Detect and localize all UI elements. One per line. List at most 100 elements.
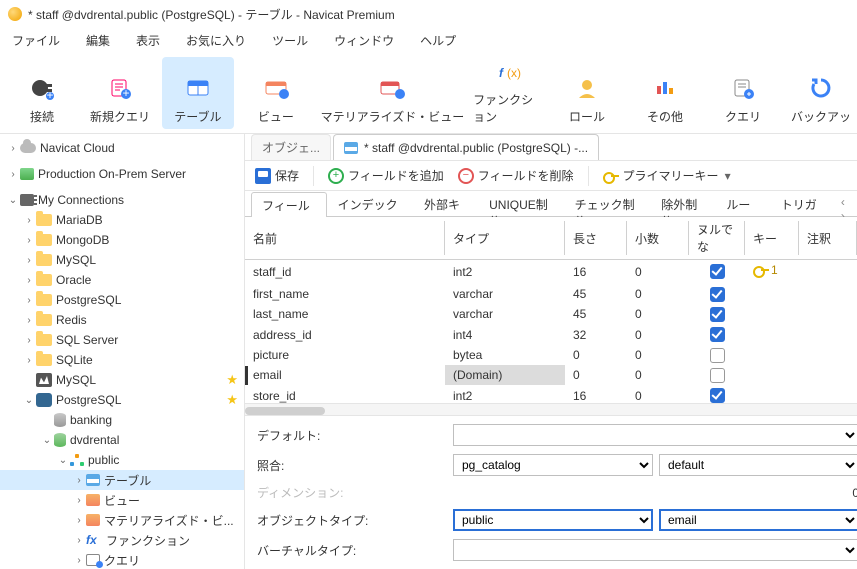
cell-dec[interactable]: 0	[627, 284, 689, 304]
collapse-icon[interactable]: ⌄	[40, 435, 54, 446]
cell-dec[interactable]: 0	[627, 365, 689, 385]
cell-name[interactable]: email	[245, 365, 445, 385]
field-row[interactable]: picturebytea00	[245, 345, 857, 365]
expand-icon[interactable]: ›	[72, 475, 86, 486]
tree-node-mviews[interactable]: › マテリアライズド・ビ...	[0, 510, 244, 530]
cell-len[interactable]: 0	[565, 365, 627, 385]
expand-icon[interactable]: ›	[22, 275, 36, 286]
tree-node-onprem[interactable]: › Production On-Prem Server	[0, 164, 244, 184]
tree-node-pg-fav[interactable]: ⌄ PostgreSQL ★	[0, 390, 244, 410]
cell-dec[interactable]: 0	[627, 324, 689, 344]
tree-node-cloud[interactable]: › Navicat Cloud	[0, 138, 244, 158]
field-row[interactable]: last_namevarchar450	[245, 304, 857, 324]
prop-virtualtype-select[interactable]	[453, 539, 857, 561]
tool-mview[interactable]: マテリアライズド・ビュー	[318, 57, 467, 129]
cell-name[interactable]: first_name	[245, 284, 445, 304]
tool-query[interactable]: クエリ	[707, 57, 779, 129]
save-button[interactable]: 保存	[255, 167, 299, 184]
cell-name[interactable]: store_id	[245, 385, 445, 403]
prop-objecttype-schema-select[interactable]: public	[453, 509, 653, 531]
menu-edit[interactable]: 編集	[86, 32, 110, 49]
tool-other[interactable]: その他	[629, 57, 701, 129]
notnull-checkbox[interactable]	[710, 368, 725, 383]
tool-query-new[interactable]: +新規クエリ	[84, 57, 156, 129]
notnull-checkbox[interactable]	[710, 348, 725, 363]
tree-node-myconn[interactable]: ⌄ My Connections	[0, 190, 244, 210]
add-field-button[interactable]: +フィールドを追加	[328, 167, 444, 184]
tool-fx[interactable]: f(x)ファンクション	[473, 57, 545, 129]
fields-grid[interactable]: 名前 タイプ 長さ 小数 ヌルでな キー 注釈 staff_idint21601…	[245, 217, 857, 403]
notnull-checkbox[interactable]	[710, 287, 725, 302]
cell-type[interactable]: varchar	[445, 304, 565, 324]
cell-dec[interactable]: 0	[627, 345, 689, 365]
expand-icon[interactable]: ›	[72, 495, 86, 506]
cell-comment[interactable]	[799, 260, 857, 284]
cell-len[interactable]: 16	[565, 260, 627, 284]
menu-fav[interactable]: お気に入り	[186, 32, 246, 49]
cell-len[interactable]: 45	[565, 304, 627, 324]
cell-type[interactable]: (Domain)	[445, 365, 565, 385]
subtab-1[interactable]: インデックス	[327, 191, 413, 216]
cell-notnull[interactable]	[689, 260, 745, 284]
expand-icon[interactable]: ›	[72, 555, 86, 566]
tab-staff[interactable]: * staff @dvdrental.public (PostgreSQL) -…	[333, 134, 599, 160]
cell-len[interactable]: 45	[565, 284, 627, 304]
notnull-checkbox[interactable]	[710, 264, 725, 279]
prop-default-select[interactable]	[453, 424, 857, 446]
col-type[interactable]: タイプ	[445, 217, 565, 260]
menu-help[interactable]: ヘルプ	[420, 32, 456, 49]
tree-node-db-banking[interactable]: banking	[0, 410, 244, 430]
cell-notnull[interactable]	[689, 345, 745, 365]
prop-objecttype-name-select[interactable]: email	[659, 509, 857, 531]
expand-icon[interactable]: ›	[22, 355, 36, 366]
menu-view[interactable]: 表示	[136, 32, 160, 49]
collapse-icon[interactable]: ⌄	[56, 455, 70, 466]
cell-comment[interactable]	[799, 304, 857, 324]
col-name[interactable]: 名前	[245, 217, 445, 260]
subtab-3[interactable]: UNIQUE制約	[478, 191, 563, 216]
tree-node-folder-mariadb[interactable]: ›MariaDB	[0, 210, 244, 230]
tab-objects[interactable]: オブジェ...	[251, 134, 331, 160]
cell-type[interactable]: int2	[445, 260, 565, 284]
tool-table[interactable]: テーブル	[162, 57, 234, 129]
prop-collate-schema-select[interactable]: pg_catalog	[453, 454, 653, 476]
cell-type[interactable]: varchar	[445, 284, 565, 304]
field-row[interactable]: staff_idint21601	[245, 260, 857, 284]
subtab-0[interactable]: フィールド	[251, 192, 327, 217]
subtab-2[interactable]: 外部キー	[413, 191, 478, 216]
expand-icon[interactable]: ›	[6, 169, 20, 180]
col-dec[interactable]: 小数	[627, 217, 689, 260]
field-row[interactable]: address_idint4320	[245, 324, 857, 344]
tree-node-folder-redis[interactable]: ›Redis	[0, 310, 244, 330]
tree-node-db-dvdrental[interactable]: ⌄ dvdrental	[0, 430, 244, 450]
horizontal-scrollbar[interactable]	[245, 403, 857, 416]
cell-comment[interactable]	[799, 365, 857, 385]
subtab-5[interactable]: 除外制約	[650, 191, 715, 216]
cell-name[interactable]: picture	[245, 345, 445, 365]
tree-node-schema-public[interactable]: ⌄ public	[0, 450, 244, 470]
tree-node-folder-sqlite[interactable]: ›SQLite	[0, 350, 244, 370]
expand-icon[interactable]: ›	[22, 255, 36, 266]
cell-comment[interactable]	[799, 284, 857, 304]
tree-node-folder-sql server[interactable]: ›SQL Server	[0, 330, 244, 350]
col-len[interactable]: 長さ	[565, 217, 627, 260]
expand-icon[interactable]: ›	[22, 335, 36, 346]
cell-comment[interactable]	[799, 324, 857, 344]
expand-icon[interactable]: ›	[22, 215, 36, 226]
cell-dec[interactable]: 0	[627, 260, 689, 284]
tree-node-folder-postgresql[interactable]: ›PostgreSQL	[0, 290, 244, 310]
subtab-4[interactable]: チェック制約	[564, 191, 651, 216]
tree-node-functions[interactable]: ›fx ファンクション	[0, 530, 244, 550]
menu-tool[interactable]: ツール	[272, 32, 308, 49]
subtab-7[interactable]: トリガー	[770, 191, 835, 216]
prop-collate-name-select[interactable]: default	[659, 454, 857, 476]
cell-type[interactable]: int2	[445, 385, 565, 403]
cell-notnull[interactable]	[689, 385, 745, 403]
tree-node-mysql-fav[interactable]: MySQL ★	[0, 370, 244, 390]
cell-dec[interactable]: 0	[627, 304, 689, 324]
field-row[interactable]: email(Domain)00	[245, 365, 857, 385]
tree-node-folder-oracle[interactable]: ›Oracle	[0, 270, 244, 290]
cell-comment[interactable]	[799, 345, 857, 365]
menu-window[interactable]: ウィンドウ	[334, 32, 394, 49]
cell-len[interactable]: 32	[565, 324, 627, 344]
